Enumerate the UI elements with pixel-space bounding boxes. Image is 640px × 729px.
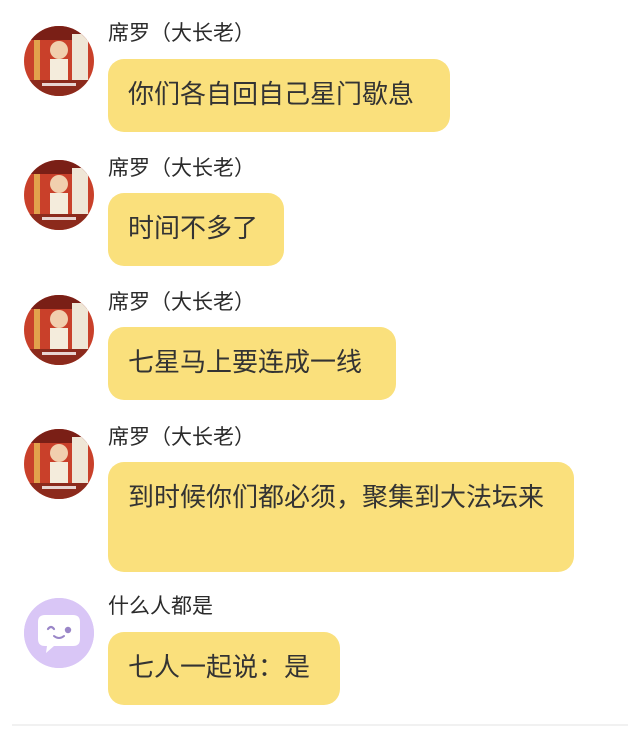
- avatar[interactable]: [24, 295, 94, 365]
- message-bubble[interactable]: 时间不多了: [108, 193, 284, 266]
- elder-portrait-image: [24, 295, 94, 365]
- elder-portrait-image: [24, 26, 94, 96]
- message-bubble[interactable]: 你们各自回自己星门歇息: [108, 59, 450, 132]
- avatar[interactable]: [24, 26, 94, 96]
- message-bubble[interactable]: 到时候你们都必须，聚集到大法坛来: [108, 462, 574, 572]
- sender-name: 席罗（大长老）: [108, 156, 255, 180]
- divider: [12, 724, 628, 726]
- sender-name: 席罗（大长老）: [108, 425, 255, 449]
- message-bubble[interactable]: 七星马上要连成一线: [108, 327, 396, 400]
- avatar[interactable]: [24, 160, 94, 230]
- avatar[interactable]: [24, 598, 94, 668]
- sender-name: 什么人都是: [108, 594, 213, 618]
- sender-name: 席罗（大长老）: [108, 290, 255, 314]
- avatar[interactable]: [24, 429, 94, 499]
- elder-portrait-image: [24, 160, 94, 230]
- chat-view: 席罗（大长老） 你们各自回自己星门歇息 席罗（大长老） 时间不多了 席罗（大长老…: [0, 0, 640, 729]
- sender-name: 席罗（大长老）: [108, 21, 255, 45]
- message-bubble[interactable]: 七人一起说：是: [108, 632, 340, 705]
- elder-portrait-image: [24, 429, 94, 499]
- chat-bubble-face-icon: [24, 598, 94, 668]
